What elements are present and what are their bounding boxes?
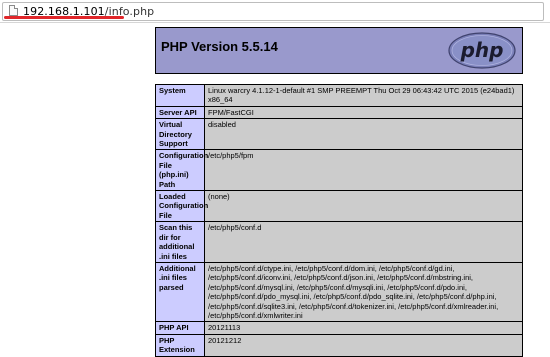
table-row: System Linux warcry 4.1.12-1-default #1 … [155,84,523,107]
row-key: Configuration File (php.ini) Path [155,149,208,192]
row-key: PHP API [155,321,205,335]
row-key: Additional .ini files parsed [155,261,205,323]
row-value: 20121113 [204,321,523,335]
php-logo-text: php [460,38,504,62]
table-row: Server API FPM/FastCGI [155,105,523,120]
php-logo[interactable]: php [448,32,516,69]
table-row: Loaded Configuration File (none) [155,190,523,223]
row-key: Loaded Configuration File [155,190,208,223]
table-row: Virtual Directory Support disabled [155,118,523,151]
page-title: PHP Version 5.5.14 [161,39,278,54]
row-value: /etc/php5/fpm [204,149,523,192]
document-icon [9,5,18,16]
row-key: Virtual Directory Support [155,118,205,151]
row-key: PHP Extension [155,333,205,357]
row-key: Server API [155,105,205,120]
phpinfo-table: System Linux warcry 4.1.12-1-default #1 … [155,84,523,357]
url-highlight-underline [4,16,124,19]
table-row: Additional .ini files parsed /etc/php5/c… [155,261,523,323]
row-value: 20121212 [204,333,523,357]
table-row: Configuration File (php.ini) Path /etc/p… [155,149,523,192]
row-value: /etc/php5/conf.d/ctype.ini, /etc/php5/co… [204,261,523,323]
row-key: Scan this dir for additional .ini files [155,221,205,263]
browser-address-bar: 192.168.1.101/info.php [0,0,550,23]
table-row: Scan this dir for additional .ini files … [155,221,523,263]
row-value: disabled [204,118,523,151]
row-value: (none) [204,190,523,223]
row-value: FPM/FastCGI [204,105,523,120]
phpinfo-header: PHP Version 5.5.14 php [155,27,523,74]
phpinfo-page: PHP Version 5.5.14 php System Linux warc… [155,27,523,357]
table-row: PHP Extension 20121212 [155,333,523,357]
row-value: /etc/php5/conf.d [204,221,523,263]
row-key: System [155,84,205,107]
table-row: PHP API 20121113 [155,321,523,335]
row-value: Linux warcry 4.1.12-1-default #1 SMP PRE… [204,84,523,107]
